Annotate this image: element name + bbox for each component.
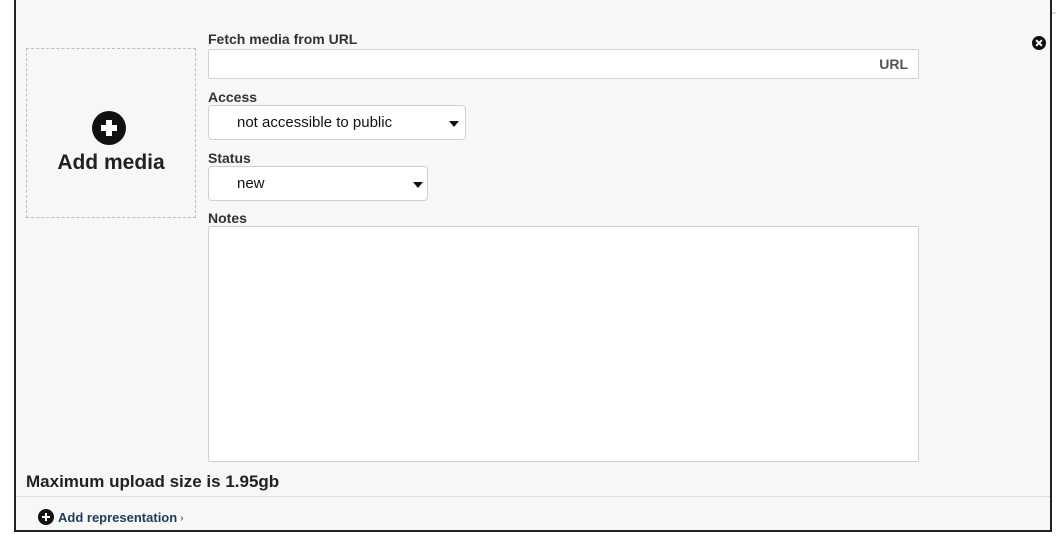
fetch-url-field-wrapper bbox=[208, 49, 919, 79]
add-representation-link[interactable]: Add representation › bbox=[38, 508, 184, 526]
caret-down-icon bbox=[449, 121, 459, 127]
plus-circle-icon bbox=[38, 509, 54, 525]
access-select[interactable]: not accessible to public bbox=[208, 105, 466, 140]
chevron-right-icon: › bbox=[180, 512, 184, 524]
fetch-url-label: Fetch media from URL bbox=[208, 31, 358, 47]
add-representation-label: Add representation bbox=[58, 509, 178, 525]
add-media-dropzone[interactable]: Add media bbox=[26, 48, 196, 218]
caret-down-icon bbox=[413, 182, 423, 188]
access-selected-value: not accessible to public bbox=[237, 114, 393, 131]
notes-textarea[interactable] bbox=[208, 226, 919, 462]
fetch-url-input[interactable] bbox=[209, 50, 918, 78]
status-label: Status bbox=[208, 150, 251, 166]
access-label: Access bbox=[208, 89, 258, 105]
status-selected-value: new bbox=[237, 175, 265, 192]
max-upload-size-text: Maximum upload size is 1.95gb bbox=[26, 472, 280, 491]
close-icon[interactable] bbox=[1032, 36, 1046, 50]
add-media-label: Add media bbox=[57, 151, 165, 174]
plus-circle-icon bbox=[92, 111, 126, 145]
footer-divider bbox=[16, 496, 1050, 497]
status-select[interactable]: new bbox=[208, 166, 428, 201]
notes-label: Notes bbox=[208, 210, 247, 226]
